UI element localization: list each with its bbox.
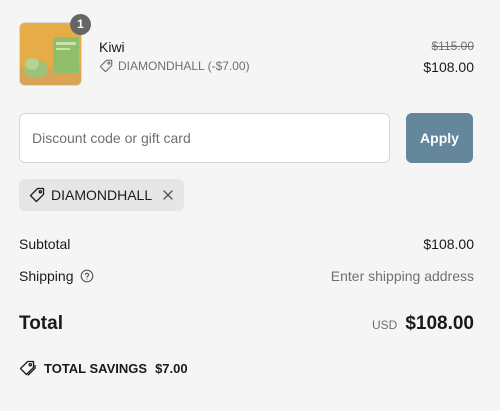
subtotal-label: Subtotal <box>19 236 71 252</box>
total-amount: $108.00 <box>405 313 474 334</box>
currency-code: USD <box>371 318 398 332</box>
shipping-value: Enter shipping address <box>330 268 474 284</box>
discount-line-text: DIAMONDHALL (-$7.00) <box>118 59 250 73</box>
applied-discount-chip: DIAMONDHALL <box>19 179 185 211</box>
total-row: Total USD $108.00 <box>19 310 474 338</box>
close-icon[interactable] <box>162 189 174 201</box>
product-name: Kiwi <box>99 39 125 55</box>
subtotal-row: Subtotal $108.00 <box>19 234 474 254</box>
original-price: $115.00 <box>431 39 475 53</box>
line-item: 1 Kiwi DIAMONDHALL (-$7.00) $115.00 $108… <box>19 14 475 88</box>
quantity-badge: 1 <box>70 14 91 35</box>
final-price: $108.00 <box>423 59 474 75</box>
tag-icon <box>99 59 118 73</box>
tag-icon <box>29 187 45 203</box>
question-circle-icon[interactable] <box>80 269 94 283</box>
tags-icon <box>19 360 36 376</box>
line-item-discount: DIAMONDHALL (-$7.00) <box>99 59 250 73</box>
total-amount-group: USD $108.00 <box>372 313 474 335</box>
applied-code-label: DIAMONDHALL <box>51 187 153 203</box>
apply-button[interactable]: Apply <box>406 113 473 163</box>
subtotal-value: $108.00 <box>423 236 474 252</box>
total-savings: TOTAL SAVINGS $7.00 <box>19 360 188 376</box>
discount-code-input[interactable] <box>19 113 390 163</box>
order-summary: 1 Kiwi DIAMONDHALL (-$7.00) $115.00 $108… <box>0 0 500 411</box>
total-label: Total <box>19 313 63 334</box>
shipping-label-group: Shipping <box>19 268 94 284</box>
shipping-label: Shipping <box>19 268 74 284</box>
product-thumbnail-wrapper: 1 <box>19 14 91 86</box>
shipping-row: Shipping Enter shipping address <box>19 266 474 286</box>
total-savings-label: TOTAL SAVINGS <box>44 360 148 376</box>
total-savings-value: $7.00 <box>155 360 188 376</box>
